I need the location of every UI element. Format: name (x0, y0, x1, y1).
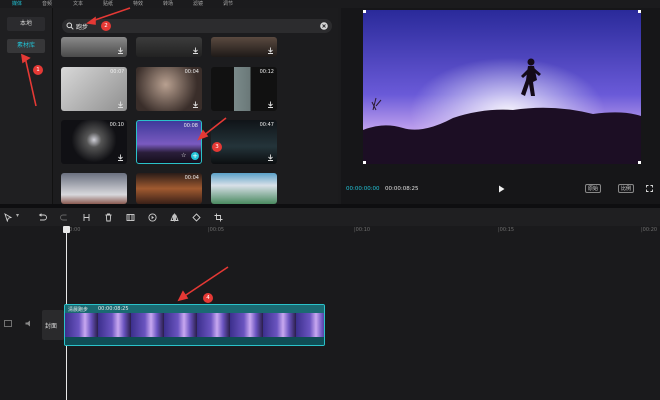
annotation-badge: 1 (33, 65, 43, 75)
annotation-badge: 4 (203, 293, 213, 303)
annotation-badge: 2 (101, 21, 111, 31)
annotation-badge: 3 (212, 142, 222, 152)
annotation-arrows (21, 7, 229, 302)
